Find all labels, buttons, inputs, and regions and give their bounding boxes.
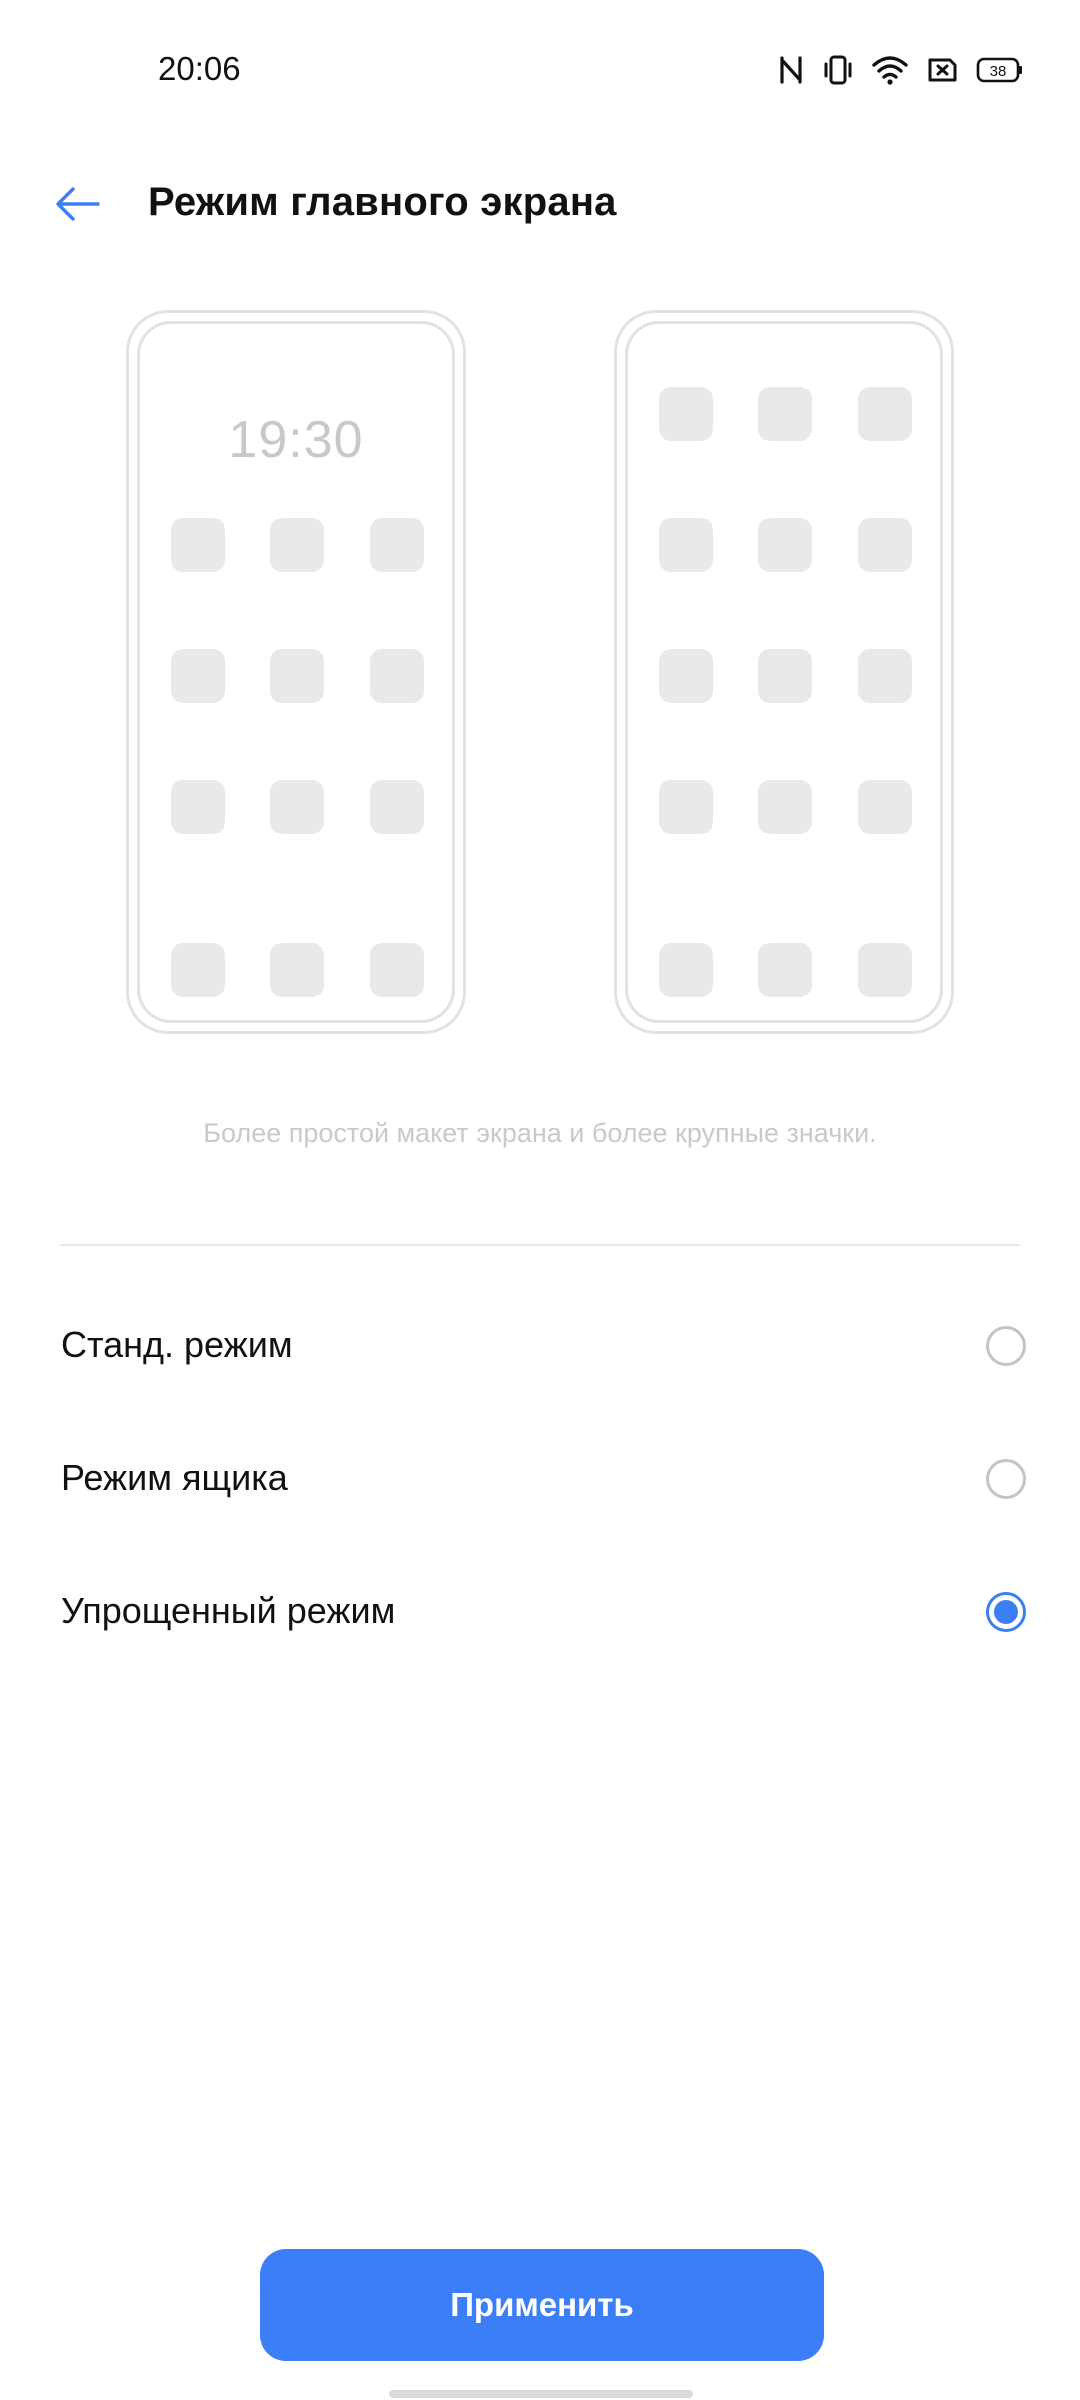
app-tile <box>758 518 812 572</box>
preview-clock: 19:30 <box>228 411 364 469</box>
option-simple-mode[interactable]: Упрощенный режим <box>0 1546 1080 1680</box>
dock-tile <box>758 943 812 997</box>
sim-off-icon <box>928 58 957 82</box>
apply-button[interactable]: Применить <box>260 2249 824 2361</box>
app-tile <box>659 649 713 703</box>
radio-button[interactable] <box>986 1326 1026 1366</box>
option-label: Режим ящика <box>61 1457 288 1498</box>
divider <box>60 1244 1020 1246</box>
mode-description: Более простой макет экрана и более крупн… <box>203 1118 877 1148</box>
vibrate-icon <box>824 55 852 85</box>
app-tile <box>171 518 225 572</box>
option-label: Упрощенный режим <box>61 1590 396 1631</box>
status-time: 20:06 <box>158 50 241 87</box>
simple-mode-preview: 19:30 <box>126 310 466 1034</box>
radio-button[interactable] <box>986 1459 1026 1499</box>
layout-previews: 19:30 <box>0 310 1080 1040</box>
screen: 20:06 38 Режим главного экрана 19:30 Бол… <box>0 0 1080 2400</box>
app-tile <box>758 649 812 703</box>
app-header: Режим главного экрана <box>0 150 1080 260</box>
option-drawer-mode[interactable]: Режим ящика <box>0 1413 1080 1547</box>
dock-tile <box>858 943 912 997</box>
app-tile <box>270 518 324 572</box>
app-tile <box>858 518 912 572</box>
dock-tile <box>370 943 424 997</box>
home-indicator[interactable] <box>389 2390 693 2398</box>
dock-tile <box>659 943 713 997</box>
back-button[interactable] <box>48 174 108 234</box>
option-label: Станд. режим <box>61 1324 293 1365</box>
app-tile <box>858 649 912 703</box>
app-tile <box>858 780 912 834</box>
simple-mode-preview-second <box>614 310 954 1034</box>
app-tile <box>370 649 424 703</box>
app-tile <box>370 518 424 572</box>
app-tile <box>758 780 812 834</box>
app-tile <box>270 649 324 703</box>
nfc-icon <box>780 56 802 84</box>
app-tile <box>171 780 225 834</box>
app-tile <box>659 518 713 572</box>
dock-tile <box>270 943 324 997</box>
app-tile <box>270 780 324 834</box>
app-tile <box>858 387 912 441</box>
page-title: Режим главного экрана <box>148 180 617 224</box>
dock-tile <box>171 943 225 997</box>
arrow-left-icon <box>56 187 100 221</box>
app-tile <box>171 649 225 703</box>
app-tile <box>659 387 713 441</box>
battery-icon: 38 <box>976 57 1022 83</box>
option-standard-mode[interactable]: Станд. режим <box>0 1280 1080 1414</box>
app-tile <box>659 780 713 834</box>
app-tile <box>370 780 424 834</box>
battery-level: 38 <box>990 63 1007 80</box>
radio-button-selected[interactable] <box>986 1592 1026 1632</box>
status-icons: 38 <box>778 50 1024 90</box>
status-bar: 20:06 38 <box>0 0 1080 140</box>
wifi-icon <box>872 56 908 85</box>
app-tile <box>758 387 812 441</box>
